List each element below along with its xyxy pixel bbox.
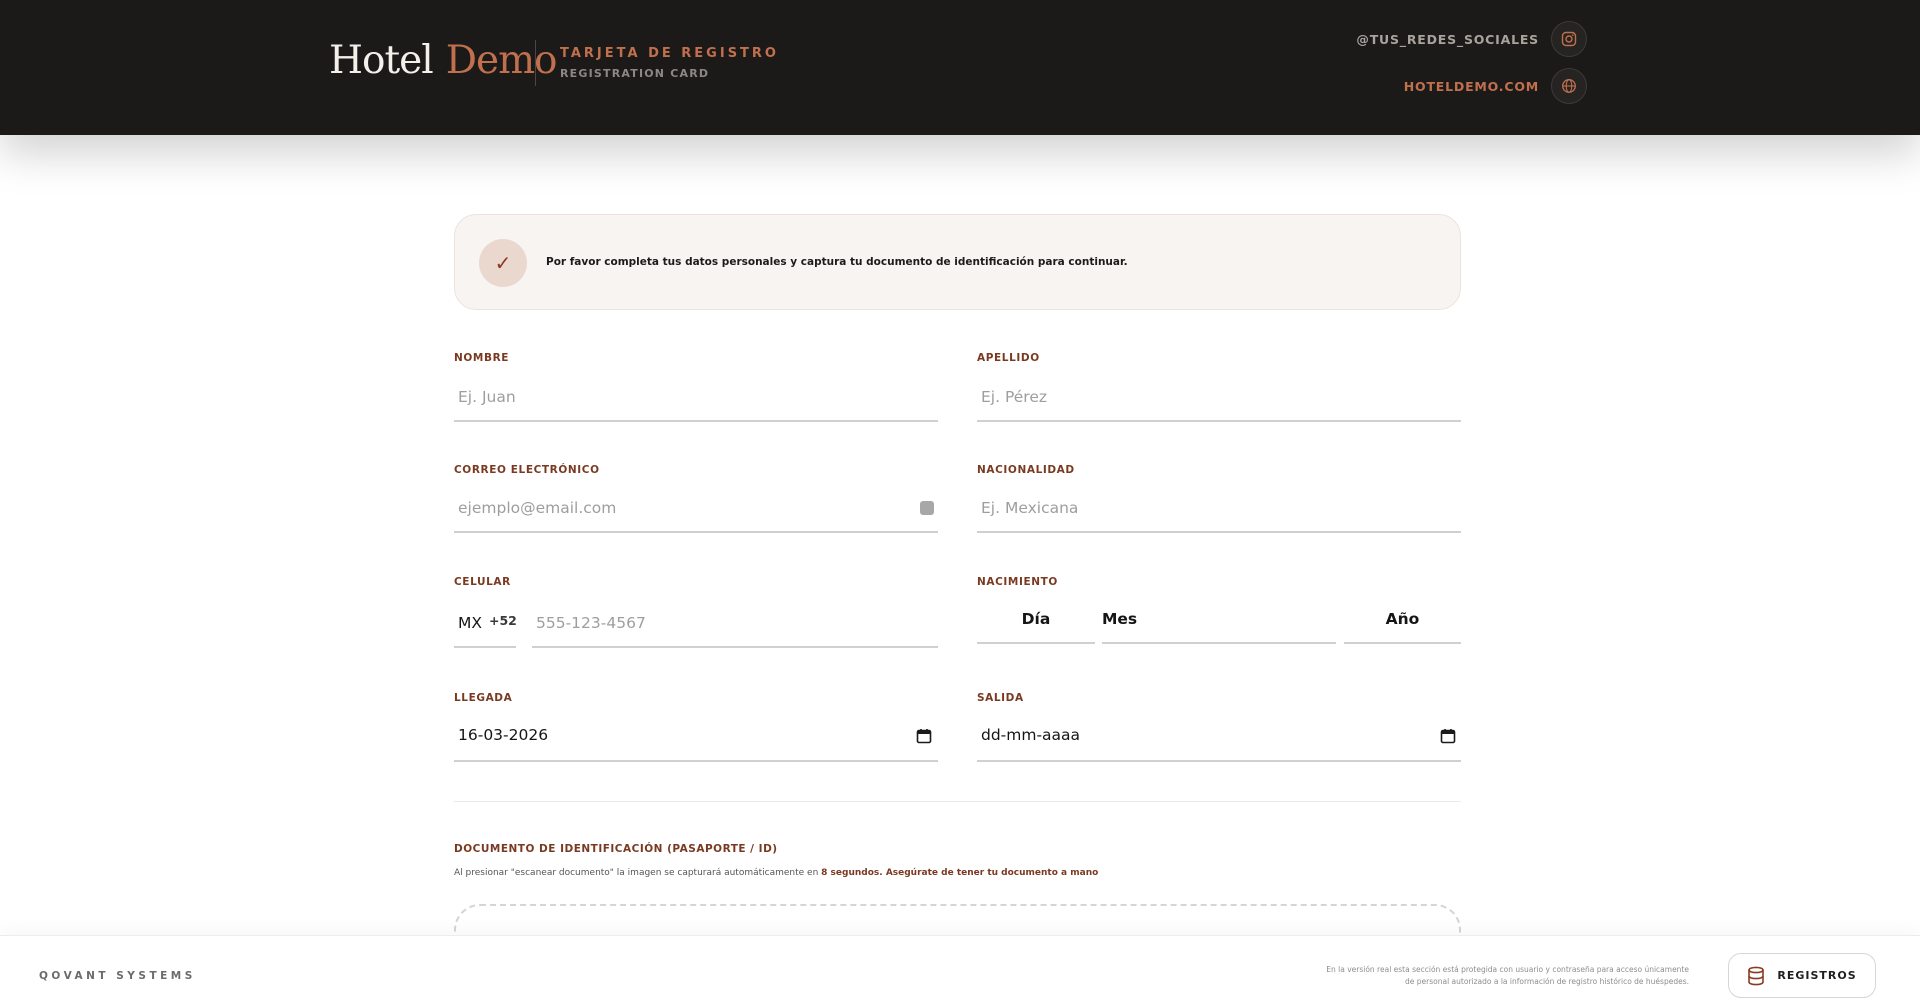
phone-underline [532,646,938,648]
social-handle-text[interactable]: @TUS_REDES_SOCIALES [1356,32,1539,47]
celular-label: CELULAR [454,576,511,588]
correo-underline [454,531,938,533]
website-link-row[interactable]: HOTELDEMO.COM [1404,68,1587,104]
dial-prefix-text: +52 [489,613,517,628]
llegada-underline [454,760,938,762]
brand-hotel-text: Hotel [329,38,434,83]
registration-card-subtitle: REGISTRATION CARD [560,67,710,80]
birth-year-underline [1344,642,1461,644]
calendar-icon[interactable] [916,728,932,744]
country-code-text[interactable]: MX [458,614,482,632]
instagram-icon[interactable] [1551,21,1587,57]
records-button[interactable]: REGISTROS [1728,953,1876,998]
email-field[interactable] [454,492,908,524]
salida-label: SALIDA [977,692,1024,704]
birth-month-underline [1102,642,1336,644]
records-button-label: REGISTROS [1777,969,1857,982]
brand-demo-text: Demo [445,38,558,83]
nacionalidad-label: NACIONALIDAD [977,464,1075,476]
site-footer: QOVANT SYSTEMS En la versión real esta s… [0,935,1920,1005]
footer-brand: QOVANT SYSTEMS [39,970,196,982]
autofill-key-icon[interactable] [920,501,934,515]
apellido-input[interactable] [977,381,1461,413]
phone-input[interactable] [532,607,938,639]
footer-note-line2: de personal autorizado a la información … [1405,977,1689,986]
document-desc-seconds: 8 segundos [821,868,880,878]
notice-text: Por favor completa tus datos personales … [546,256,1128,268]
footer-note-line1: En la versión real esta sección está pro… [1326,965,1689,974]
birth-day-select[interactable]: Día [977,610,1095,628]
instructions-notice: ✓ Por favor completa tus datos personale… [454,214,1461,310]
database-icon [1748,966,1765,985]
arrival-date-input[interactable]: 16-03-2026 [458,726,548,744]
nombre-input[interactable] [454,381,938,413]
llegada-label: LLEGADA [454,692,513,704]
nacionalidad-underline [977,531,1461,533]
correo-label: CORREO ELECTRÓNICO [454,464,600,476]
social-link-row[interactable]: @TUS_REDES_SOCIALES [1356,21,1587,57]
nacionalidad-input[interactable] [977,492,1461,524]
birth-year-select[interactable]: Año [1344,610,1461,628]
header-divider [535,40,536,86]
document-instructions: Al presionar "escanear documento" la ima… [454,868,1098,878]
nombre-underline [454,420,938,422]
apellido-label: APELLIDO [977,352,1040,364]
website-text[interactable]: HOTELDEMO.COM [1404,79,1539,94]
globe-icon[interactable] [1551,68,1587,104]
birth-month-select[interactable]: Mes [1102,610,1162,628]
registration-card-title: TARJETA DE REGISTRO [560,46,779,61]
hotel-logo[interactable]: Hotel Demo [329,38,558,83]
calendar-icon[interactable] [1440,728,1456,744]
site-header: Hotel Demo TARJETA DE REGISTRO REGISTRAT… [0,0,1920,135]
footer-note: En la versión real esta sección está pro… [1309,964,1689,988]
section-divider [454,801,1461,802]
nombre-label: NOMBRE [454,352,510,364]
nacimiento-label: NACIMIENTO [977,576,1058,588]
apellido-underline [977,420,1461,422]
document-desc-prefix: Al presionar "escanear documento" la ima… [454,868,819,878]
salida-underline [977,760,1461,762]
country-code-underline [454,646,516,648]
birth-day-underline [977,642,1095,644]
departure-date-input[interactable]: dd-mm-aaaa [981,726,1080,744]
document-desc-suffix: . Asegúrate de tener tu documento a mano [879,868,1099,878]
document-section-title: DOCUMENTO DE IDENTIFICACIÓN (PASAPORTE /… [454,843,778,855]
checkmark-icon: ✓ [479,239,527,287]
